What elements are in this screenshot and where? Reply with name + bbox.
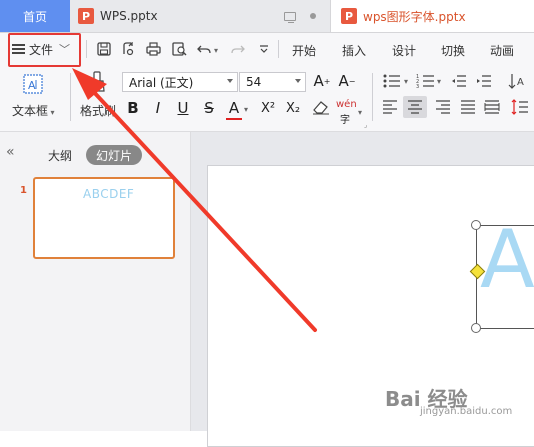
tab-design[interactable]: 设计 [392,42,416,59]
svg-text:A: A [517,77,524,88]
underline-button[interactable]: U [175,98,191,118]
undo-dropdown-icon[interactable]: ▾ [214,46,218,55]
tab-transition[interactable]: 切换 [441,42,465,59]
collapse-panel-icon[interactable]: « [6,144,15,160]
format-painter-label: 格式刷 [80,104,117,118]
font-color-button[interactable]: A [226,98,242,120]
bullet-dropdown-icon[interactable]: ▾ [404,77,408,86]
phonetic-dropdown-icon[interactable]: ▾ [358,108,362,117]
export-icon[interactable] [120,41,136,57]
phonetic-guide-button[interactable]: wén [336,99,357,110]
strikethrough-button[interactable]: S [201,98,217,118]
divider [86,40,87,58]
line-spacing-icon[interactable] [511,99,529,118]
presentation-icon: P [341,8,357,24]
divider [372,73,373,121]
slide-canvas [191,132,534,447]
italic-button[interactable]: I [150,98,166,118]
tab-home[interactable]: 首页 [0,0,70,32]
phonetic-guide-icon: 字 [340,115,350,126]
numbered-dropdown-icon[interactable]: ▾ [437,77,441,86]
ribbon-tools: A 文本框 ▾ 格式刷 Arial (正文) 54 A + A − B I U S … [0,65,534,132]
font-family-select[interactable]: Arial (正文) [122,72,238,92]
print-icon[interactable] [145,41,161,57]
font-dialog-launcher-icon[interactable]: ⌟ [364,121,367,129]
numbered-list-icon[interactable]: 123 [416,73,436,92]
textbox-icon[interactable]: A [23,74,43,97]
tab-slides[interactable]: 幻灯片 [86,145,142,165]
tab-outline[interactable]: 大纲 [48,147,72,164]
customize-toolbar-icon[interactable] [256,41,272,57]
font-size-select[interactable]: 54 [239,72,306,92]
unsaved-dot-icon [310,13,316,19]
align-left-icon[interactable] [382,100,398,117]
align-center-button[interactable] [403,96,427,118]
decrease-font-icon[interactable]: A − [339,71,356,91]
align-right-icon[interactable] [435,100,451,117]
font-family-value: Arial (正文) [129,75,194,90]
divider [278,40,279,58]
thumbnail-text: ABCDEF [83,187,135,201]
chevron-down-icon [295,79,301,83]
distribute-icon[interactable] [484,100,500,117]
textbox-label: 文本框 [12,104,49,118]
slides-panel: « 大纲 幻灯片 1 ABCDEF [0,132,191,431]
tab-insert[interactable]: 插入 [342,42,366,59]
tab-title: wps图形字体.pptx [363,9,466,24]
superscript-button[interactable]: X² [257,98,279,118]
format-painter-button[interactable]: 格式刷 [80,102,116,119]
watermark-url: jingyan.baidu.com [420,406,513,417]
format-painter-icon[interactable] [88,71,108,98]
textbox-button[interactable]: 文本框 ▾ [12,102,55,119]
presentation-icon: P [78,8,94,24]
save-icon[interactable] [96,41,112,57]
font-size-value: 54 [246,75,262,89]
tab-doc-active[interactable]: P wps图形字体.pptx [330,0,534,32]
print-preview-icon[interactable] [171,41,187,57]
eraser-icon[interactable] [312,99,330,118]
svg-text:3: 3 [416,84,419,89]
tab-doc-wps[interactable]: P WPS.pptx [78,0,328,32]
decrease-indent-icon[interactable] [451,73,467,92]
slide[interactable] [207,165,534,447]
font-color-dropdown-icon[interactable]: ▾ [244,105,248,114]
subscript-button[interactable]: X₂ [282,98,304,118]
divider [70,73,71,121]
tab-bar: 首页 P WPS.pptx P wps图形字体.pptx [0,0,534,33]
undo-icon[interactable] [196,41,212,57]
redo-icon[interactable] [229,41,245,57]
tab-title: WPS.pptx [100,9,158,23]
monitor-icon[interactable] [284,12,296,23]
increase-indent-icon[interactable] [476,73,492,92]
slide-number: 1 [20,185,27,196]
tab-animation[interactable]: 动画 [490,42,514,59]
text-direction-icon[interactable]: A [508,73,528,92]
highlight-box [8,33,81,67]
slide-thumbnail[interactable]: ABCDEF [33,177,175,259]
justify-icon[interactable] [460,100,476,117]
tab-start[interactable]: 开始 [292,42,316,59]
increase-font-icon[interactable]: A + [314,71,331,91]
bullet-list-icon[interactable] [382,73,402,92]
bold-button[interactable]: B [125,98,141,118]
chevron-down-icon [227,79,233,83]
svg-text:A: A [28,79,36,92]
